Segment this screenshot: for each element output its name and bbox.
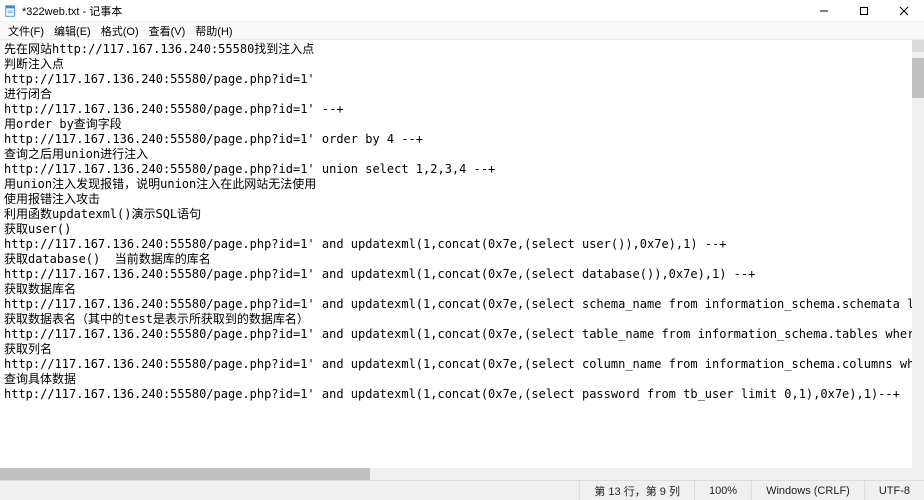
- maximize-button[interactable]: [844, 0, 884, 21]
- window-controls: [804, 0, 924, 21]
- titlebar-left: *322web.txt - 记事本: [0, 3, 122, 19]
- horizontal-scrollbar[interactable]: [0, 468, 924, 480]
- hscroll-thumb[interactable]: [0, 468, 370, 480]
- vscroll-thumb[interactable]: [912, 58, 924, 98]
- notepad-window: *322web.txt - 记事本 文件(F) 编辑(E) 格式(O) 查看(V…: [0, 0, 924, 500]
- menu-format[interactable]: 格式(O): [97, 23, 143, 39]
- text-content[interactable]: 先在网站http://117.167.136.240:55580找到注入点 判断…: [4, 40, 912, 468]
- minimize-button[interactable]: [804, 0, 844, 21]
- menu-file[interactable]: 文件(F): [4, 23, 48, 39]
- window-title: *322web.txt - 记事本: [22, 3, 122, 19]
- menu-view[interactable]: 查看(V): [145, 23, 190, 39]
- content-area: 先在网站http://117.167.136.240:55580找到注入点 判断…: [0, 40, 924, 468]
- notepad-icon: [4, 4, 18, 18]
- vertical-scrollbar[interactable]: [912, 40, 924, 468]
- status-encoding: UTF-8: [864, 481, 924, 500]
- titlebar: *322web.txt - 记事本: [0, 0, 924, 22]
- statusbar: 第 13 行，第 9 列 100% Windows (CRLF) UTF-8: [0, 480, 924, 500]
- status-lineend: Windows (CRLF): [751, 481, 864, 500]
- close-button[interactable]: [884, 0, 924, 21]
- scroll-up-arrow[interactable]: [912, 40, 924, 52]
- status-zoom: 100%: [694, 481, 751, 500]
- menu-edit[interactable]: 编辑(E): [50, 23, 95, 39]
- menu-help[interactable]: 帮助(H): [191, 23, 236, 39]
- status-caret: 第 13 行，第 9 列: [579, 481, 694, 500]
- menubar: 文件(F) 编辑(E) 格式(O) 查看(V) 帮助(H): [0, 22, 924, 40]
